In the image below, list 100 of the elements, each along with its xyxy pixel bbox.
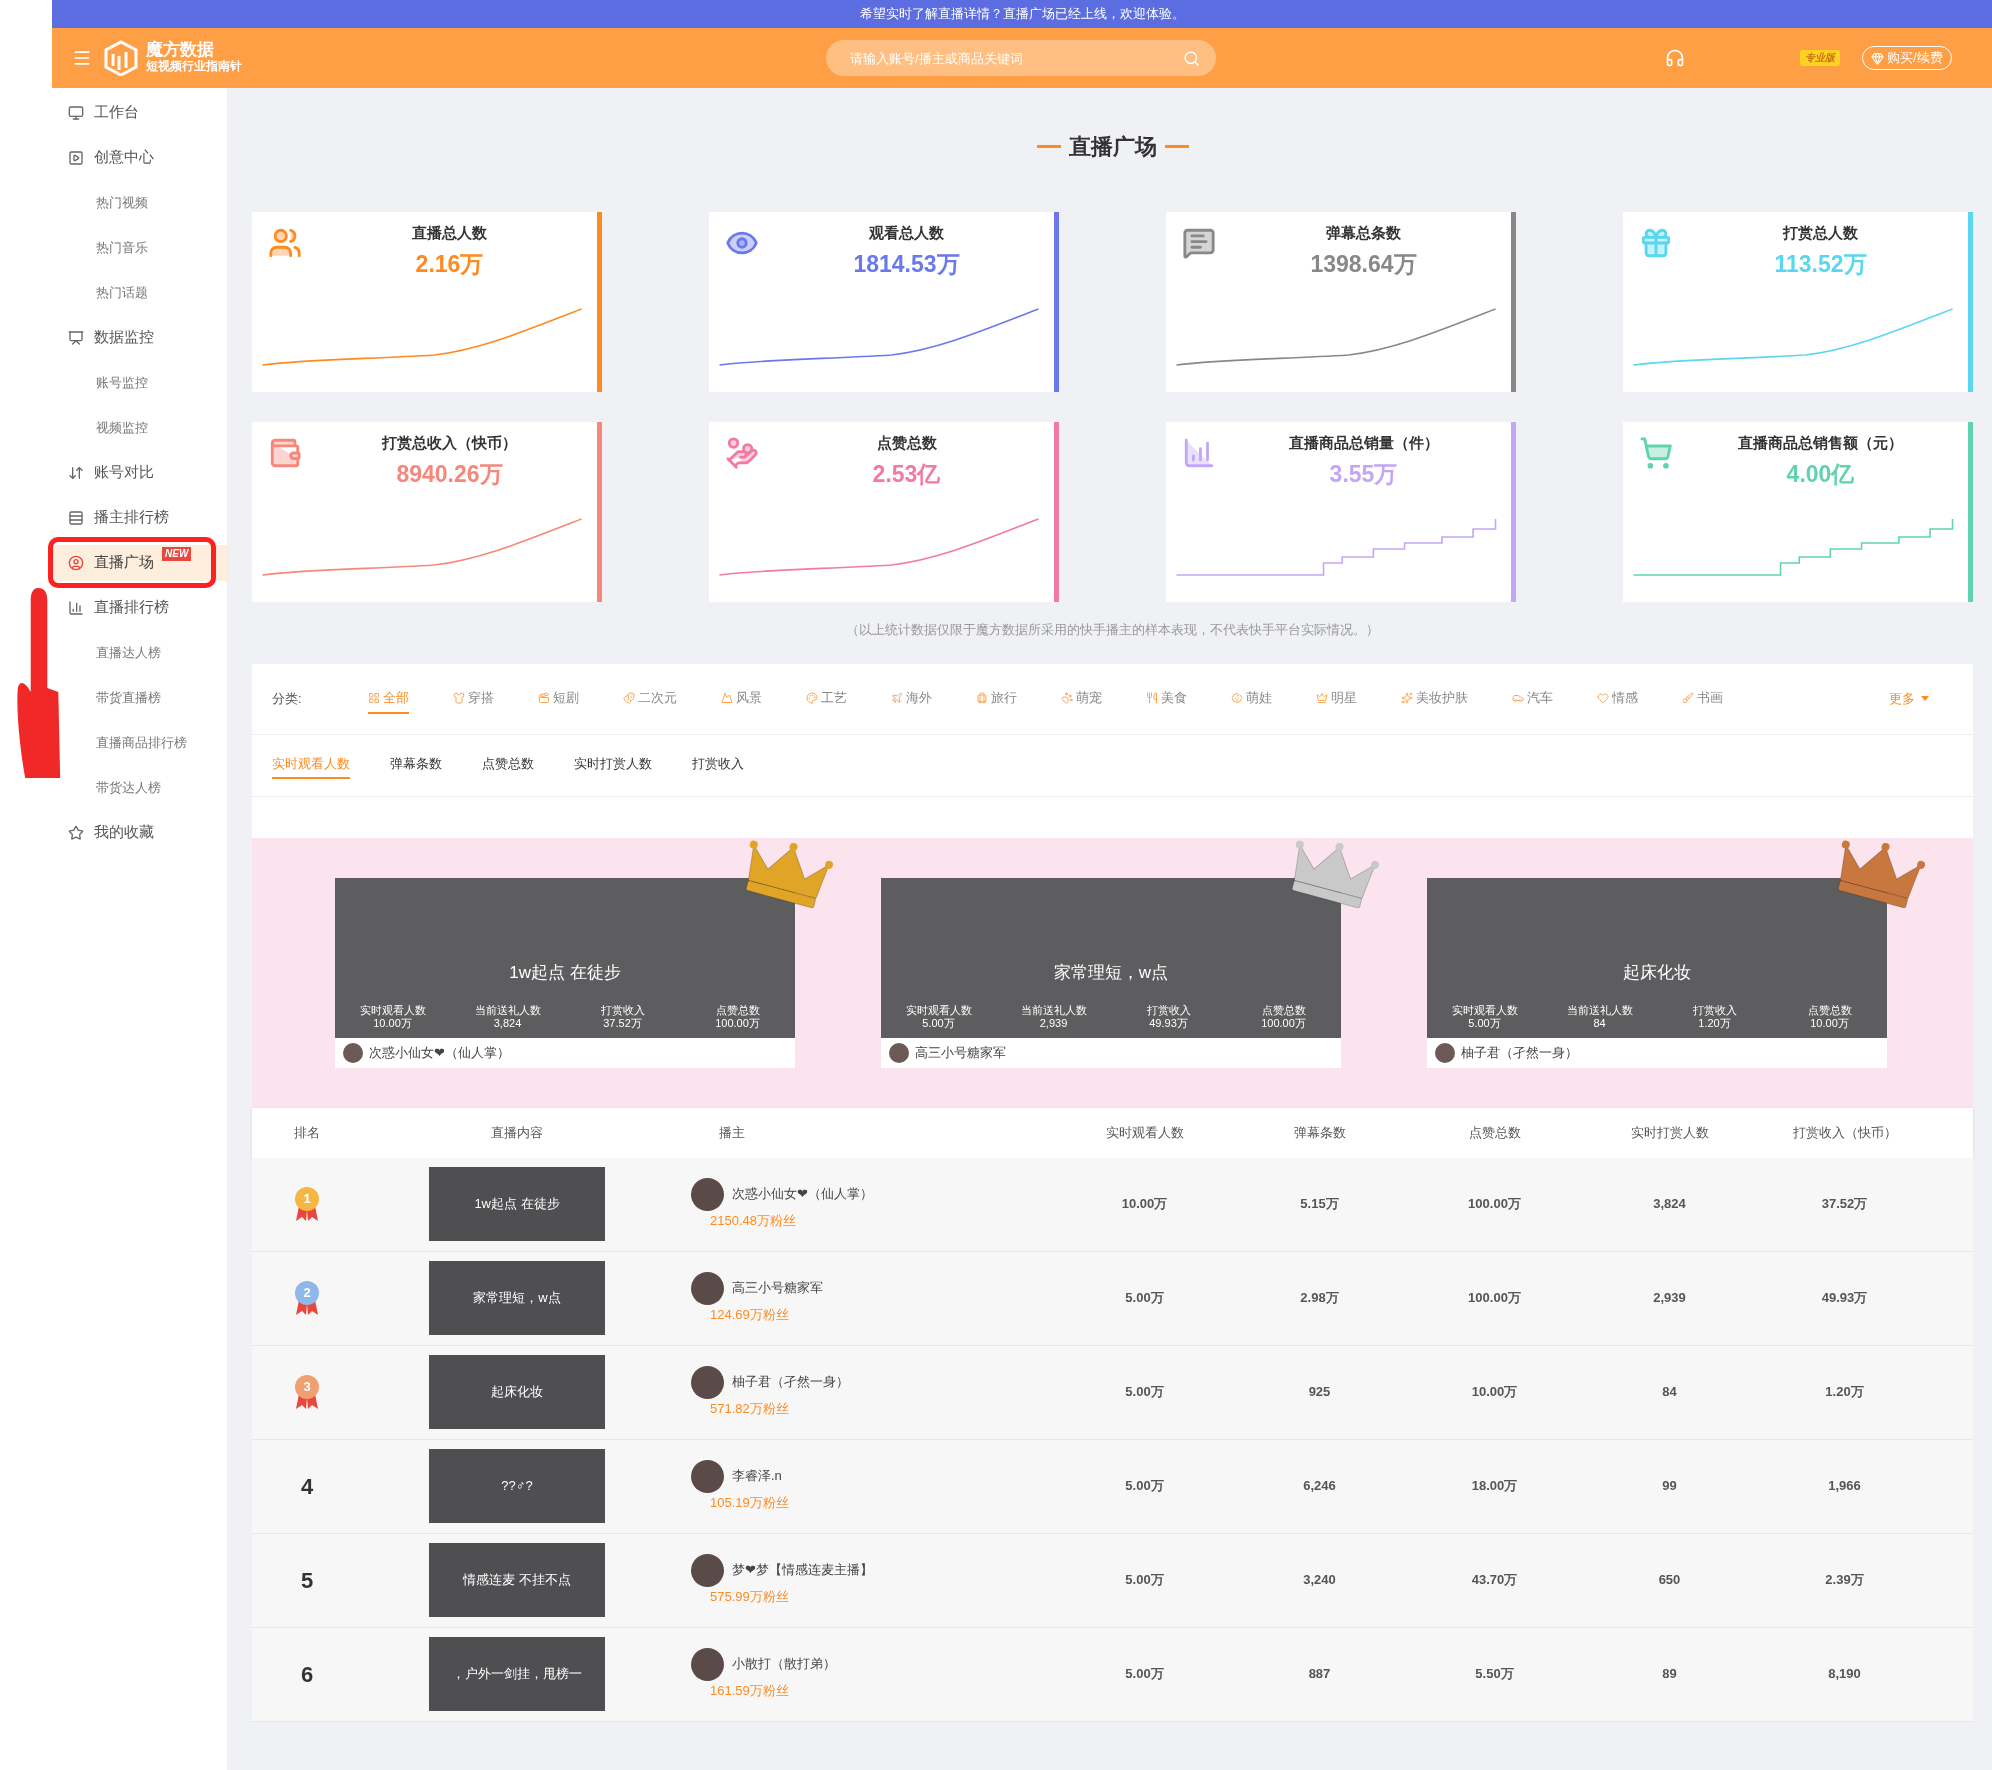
- category-tab[interactable]: 工艺: [806, 683, 847, 714]
- metric-tab[interactable]: 弹幕条数: [390, 751, 442, 779]
- anchor-name[interactable]: 次惑小仙女❤（仙人掌）: [369, 1042, 510, 1063]
- table-cell-text: 10.00万: [1471, 1383, 1518, 1402]
- anchor-name[interactable]: 柚子君（孑然一身）: [732, 1371, 849, 1391]
- stat-label: 打赏收入: [600, 1003, 645, 1017]
- category-tab[interactable]: 旅行: [976, 683, 1017, 714]
- table-cell-text: 89: [1662, 1665, 1677, 1684]
- sparkles-icon: [1401, 691, 1413, 704]
- category-tab[interactable]: 萌娃: [1231, 683, 1272, 714]
- avatar: [691, 1365, 724, 1399]
- table-cell-text: 1.20万: [1825, 1383, 1864, 1402]
- table-cell-text: 43.70万: [1471, 1571, 1518, 1590]
- avatar: [691, 1177, 724, 1211]
- table-cell-text: 925: [1308, 1383, 1331, 1402]
- sidebar-subitem[interactable]: 直播达人榜: [96, 640, 161, 665]
- rank-number: 5: [300, 1567, 314, 1593]
- fan-count: 124.69万粉丝: [710, 1306, 790, 1324]
- anchor-name[interactable]: 高三小号糖家军: [915, 1042, 1006, 1063]
- category-tab[interactable]: 美妆护肤: [1401, 683, 1468, 714]
- stat-label: 实时观看人数: [359, 1003, 426, 1017]
- stat-label: 当前送礼人数: [1566, 1003, 1633, 1017]
- stream-thumbnail[interactable]: 起床化妆: [429, 1355, 605, 1429]
- rank-number: 6: [300, 1661, 314, 1687]
- column-header: 弹幕条数: [1293, 1123, 1346, 1142]
- stat-value: 4.00亿: [1786, 459, 1855, 489]
- anchor-name[interactable]: 次惑小仙女❤（仙人掌）: [732, 1183, 873, 1203]
- sidebar-item[interactable]: 创意中心: [68, 145, 154, 170]
- anchor-name[interactable]: 李睿泽.n: [732, 1465, 789, 1485]
- category-tab[interactable]: 风景: [721, 683, 762, 714]
- sidebar-subitem[interactable]: 账号监控: [96, 370, 148, 395]
- stream-cover[interactable]: 起床化妆 实时观看人数 5.00万 当前送礼人数 84 打赏收入 1.20万 点赞总数 10.00万: [1427, 877, 1887, 1038]
- sidebar-subitem[interactable]: 直播商品排行榜: [96, 730, 187, 755]
- stat-value: 3.55万: [1329, 459, 1398, 489]
- category-tab[interactable]: 萌宠: [1061, 683, 1102, 714]
- sidebar-subitem[interactable]: 带货直播榜: [96, 685, 161, 710]
- plan-badge: 专业版: [1800, 50, 1840, 66]
- stream-thumbnail[interactable]: 情感连麦 不挂不点: [429, 1543, 605, 1617]
- category-tab[interactable]: 海外: [891, 683, 932, 714]
- stream-thumbnail[interactable]: 1w起点 在徒步: [429, 1167, 605, 1241]
- sidebar-subitem[interactable]: 带货达人榜: [96, 775, 161, 800]
- stream-cover[interactable]: 1w起点 在徒步 实时观看人数 10.00万 当前送礼人数 3,824 打赏收入 37.52万 点赞总数 100.00万: [335, 877, 795, 1038]
- anchor-name[interactable]: 梦❤梦【情感连麦主播】: [732, 1559, 873, 1579]
- sidebar-item[interactable]: 我的收藏: [68, 820, 154, 845]
- category-tab[interactable]: 明星: [1316, 683, 1357, 714]
- stream-thumbnail[interactable]: ??♂?: [429, 1449, 605, 1523]
- stat-label: 打赏收入: [1146, 1003, 1191, 1017]
- shirt-icon: [453, 691, 465, 704]
- table-cell-text: 5.00万: [1125, 1665, 1164, 1684]
- category-tab[interactable]: 二次元: [623, 683, 677, 714]
- search-field[interactable]: 请输入账号/播主或商品关键词: [826, 40, 1216, 76]
- stream-title: ，户外一剑挂，甩榜一: [452, 1665, 582, 1684]
- category-tab[interactable]: 情感: [1597, 683, 1638, 714]
- fan-count: 105.19万粉丝: [710, 1494, 789, 1512]
- anchor-name[interactable]: 柚子君（孑然一身）: [1461, 1042, 1578, 1063]
- stream-thumbnail[interactable]: 家常理短，w点: [429, 1261, 605, 1335]
- category-tab[interactable]: 汽车: [1512, 683, 1553, 714]
- stat-label: 点赞总数: [715, 1003, 760, 1017]
- headset-icon[interactable]: [1665, 48, 1685, 68]
- sidebar-item[interactable]: 数据监控: [68, 325, 154, 350]
- menu-icon[interactable]: [72, 48, 92, 68]
- anchor-name[interactable]: 小散打（散打弟）: [732, 1653, 836, 1673]
- category-tab[interactable]: 穿搭: [453, 683, 494, 714]
- metric-tab[interactable]: 打赏收入: [692, 751, 744, 779]
- sidebar-subitem[interactable]: 热门音乐: [96, 235, 148, 260]
- column-header: 排名: [294, 1123, 320, 1142]
- sidebar-item[interactable]: 直播广场 NEW: [52, 544, 227, 581]
- category-tab[interactable]: 书画: [1682, 683, 1723, 714]
- table-cell-text: 3,240: [1303, 1571, 1336, 1590]
- stat-title: 弹幕总条数: [1326, 223, 1401, 243]
- rank-medal: 3: [293, 1374, 321, 1410]
- stream-title: 起床化妆: [491, 1383, 543, 1402]
- luggage-icon: [976, 691, 988, 704]
- stream-cover[interactable]: 家常理短，w点 实时观看人数 5.00万 当前送礼人数 2,939 打赏收入 49.93万 点赞总数 100.00万: [881, 877, 1341, 1038]
- sidebar-item[interactable]: 工作台: [68, 100, 139, 125]
- avatar: [691, 1271, 724, 1305]
- metric-tab[interactable]: 实时打赏人数: [574, 751, 652, 779]
- list-icon: [68, 509, 84, 526]
- avatar: [1435, 1042, 1455, 1063]
- search-icon[interactable]: [1183, 50, 1200, 67]
- stat-value: 5.00万: [922, 1016, 955, 1030]
- table-cell-text: 8,190: [1828, 1665, 1861, 1684]
- new-badge: NEW: [162, 546, 192, 561]
- sidebar-item[interactable]: 播主排行榜: [68, 505, 169, 530]
- table-cell-text: 887: [1308, 1665, 1331, 1684]
- stat-value: 2.16万: [415, 249, 484, 279]
- sidebar-subitem[interactable]: 热门话题: [96, 280, 148, 305]
- stream-title: 1w起点 在徒步: [474, 1195, 560, 1214]
- anchor-name[interactable]: 高三小号糖家军: [732, 1277, 823, 1297]
- sidebar-item[interactable]: 直播排行榜: [68, 595, 169, 620]
- category-tab[interactable]: 美食: [1146, 683, 1187, 714]
- stat-value: 1814.53万: [853, 249, 960, 279]
- star-icon: [68, 824, 84, 841]
- sidebar-subitem[interactable]: 视频监控: [96, 415, 148, 440]
- sidebar-item[interactable]: 账号对比: [68, 460, 154, 485]
- stat-title: 直播总人数: [412, 223, 487, 243]
- stream-thumbnail[interactable]: ，户外一剑挂，甩榜一: [429, 1637, 605, 1711]
- metric-tab[interactable]: 点赞总数: [482, 751, 534, 779]
- sidebar-subitem[interactable]: 热门视频: [96, 190, 148, 215]
- category-tab[interactable]: 短剧: [538, 683, 579, 714]
